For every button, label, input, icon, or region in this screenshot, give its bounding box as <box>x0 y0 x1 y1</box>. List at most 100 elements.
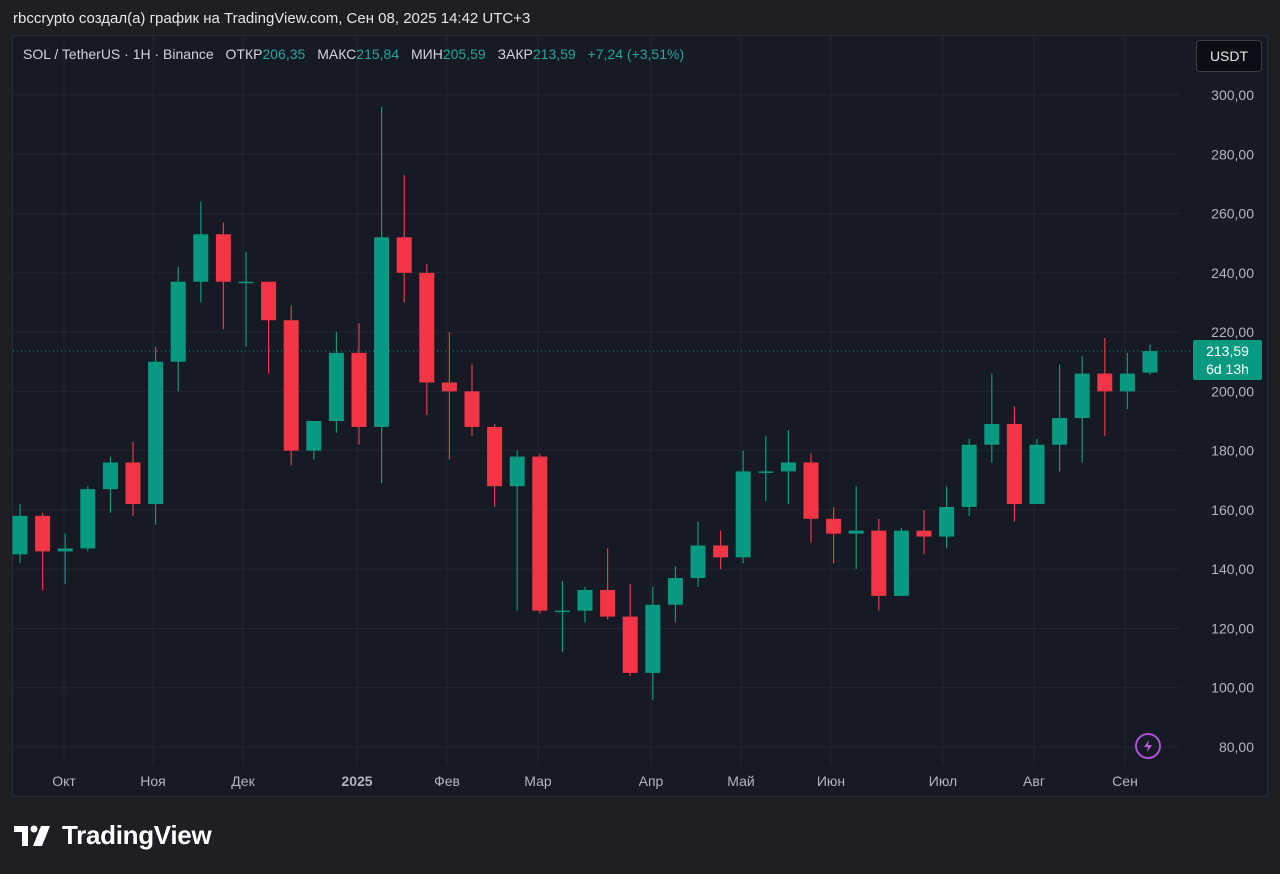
candle[interactable] <box>939 486 955 549</box>
candle-body <box>396 237 412 273</box>
candle-body <box>984 423 1000 445</box>
candle-body <box>80 489 96 549</box>
y-tick-label: 120,00 <box>1211 620 1254 636</box>
candle[interactable] <box>1052 364 1068 472</box>
candle[interactable] <box>532 453 548 614</box>
candle[interactable] <box>1006 406 1022 522</box>
candle-body <box>1074 373 1090 419</box>
x-tick-label: 2025 <box>341 773 372 789</box>
candle-body <box>939 506 955 537</box>
candle-body <box>148 361 164 504</box>
y-tick-label: 100,00 <box>1211 680 1254 696</box>
candle[interactable] <box>1097 338 1113 436</box>
candle-body <box>35 515 51 552</box>
high-label: МАКС <box>317 46 357 62</box>
candle-body <box>102 462 118 490</box>
candle-body <box>419 272 435 383</box>
candle-body <box>803 462 819 519</box>
candle[interactable] <box>577 586 593 623</box>
candle-body <box>1097 373 1113 392</box>
x-tick-label: Фев <box>434 773 460 789</box>
candle-body <box>848 530 864 534</box>
candle[interactable] <box>374 106 390 484</box>
candle-body <box>735 471 751 558</box>
currency-unit-button[interactable]: USDT <box>1196 40 1262 72</box>
candle[interactable] <box>396 175 412 303</box>
tradingview-logo[interactable]: TradingView <box>14 820 212 851</box>
candle-body <box>487 426 503 487</box>
candle[interactable] <box>916 509 932 555</box>
candlestick-chart[interactable]: 80,00 100,00 120,00 140,00 160,00 180,00 200,0… <box>0 0 1280 874</box>
x-tick-label: Июн <box>817 773 845 789</box>
candle-body <box>826 518 842 534</box>
y-tick-label: 280,00 <box>1211 146 1254 162</box>
candle[interactable] <box>283 305 299 466</box>
candle[interactable] <box>1029 438 1045 504</box>
candle[interactable] <box>667 566 683 623</box>
candle[interactable] <box>622 584 638 676</box>
candle[interactable] <box>351 323 367 445</box>
candle[interactable] <box>690 521 706 587</box>
candle-body <box>351 352 367 427</box>
candle[interactable] <box>238 252 254 347</box>
candle-body <box>328 352 344 421</box>
candle[interactable] <box>826 506 842 564</box>
candle[interactable] <box>464 364 480 436</box>
x-tick-label: Май <box>727 773 754 789</box>
candle[interactable] <box>12 503 28 564</box>
candle[interactable] <box>102 456 118 513</box>
candle-body <box>622 616 638 673</box>
x-tick-label: Сен <box>1112 773 1138 789</box>
candle[interactable] <box>803 453 819 543</box>
candle[interactable] <box>193 201 209 303</box>
candle[interactable] <box>125 441 141 516</box>
candle[interactable] <box>57 533 73 584</box>
candle-body <box>441 382 457 392</box>
candle[interactable] <box>419 263 435 416</box>
y-tick-label: 140,00 <box>1211 561 1254 577</box>
candle-body <box>125 462 141 504</box>
candle[interactable] <box>871 518 887 611</box>
candle[interactable] <box>509 450 525 611</box>
candle-body <box>170 281 186 362</box>
candle[interactable] <box>215 222 231 330</box>
low-label: МИН <box>411 46 443 62</box>
candle[interactable] <box>554 581 570 653</box>
x-tick-label: Авг <box>1023 773 1045 789</box>
candle[interactable] <box>328 332 344 433</box>
candle[interactable] <box>893 527 909 596</box>
candle-body <box>713 545 729 558</box>
candle[interactable] <box>261 281 277 374</box>
candle[interactable] <box>1142 344 1158 375</box>
brand-name: TradingView <box>62 820 212 850</box>
candle[interactable] <box>713 530 729 570</box>
candle[interactable] <box>645 586 661 700</box>
candle[interactable] <box>487 423 503 507</box>
candle[interactable] <box>148 346 164 525</box>
y-tick-label: 300,00 <box>1211 87 1254 103</box>
candle[interactable] <box>441 332 457 460</box>
candle[interactable] <box>35 512 51 590</box>
candle[interactable] <box>600 548 616 620</box>
candle[interactable] <box>306 421 322 460</box>
candle[interactable] <box>848 486 864 570</box>
candle[interactable] <box>1119 352 1135 410</box>
last-price-tag: 213,59 6d 13h <box>1193 340 1262 380</box>
last-price-value: 213,59 <box>1206 343 1249 359</box>
symbol-label[interactable]: SOL / TetherUS · 1H · Binance <box>23 46 214 62</box>
candle[interactable] <box>1074 355 1090 463</box>
candle-body <box>1142 351 1158 373</box>
candle[interactable] <box>984 373 1000 463</box>
y-tick-label: 260,00 <box>1211 206 1254 222</box>
candle-body <box>1052 418 1068 445</box>
candle[interactable] <box>758 435 774 502</box>
candle[interactable] <box>170 266 186 392</box>
candle-body <box>238 281 254 284</box>
lightning-icon[interactable] <box>1135 733 1161 759</box>
candle-body <box>1006 423 1022 504</box>
candle[interactable] <box>735 450 751 564</box>
candle[interactable] <box>961 438 977 516</box>
x-tick-label: Мар <box>524 773 552 789</box>
candle[interactable] <box>780 429 796 504</box>
candle[interactable] <box>80 486 96 552</box>
